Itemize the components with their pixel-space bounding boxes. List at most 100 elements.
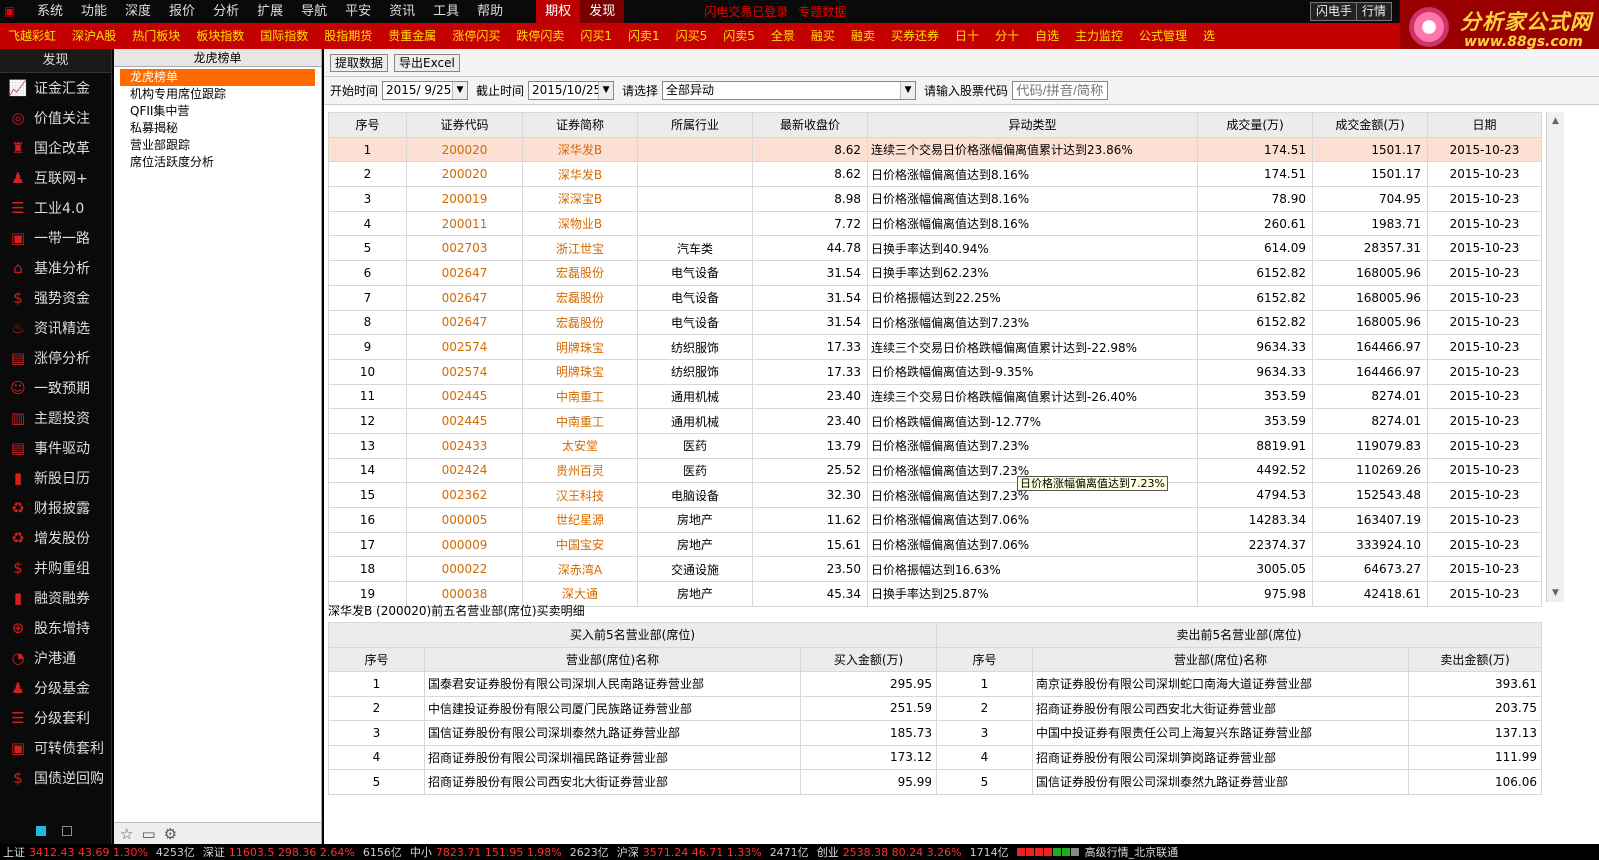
table-row[interactable]: 1 200020 深华发B 8.62 连续三个交易日价格涨幅偏离值累计达到23.86% 1… — [328, 136, 1542, 163]
table-row[interactable]: 6 002647 宏磊股份 电气设备 31.54 日换手率达到62.23% 6152.82 1… — [328, 260, 1542, 286]
toolbar-item[interactable]: 国际指数 — [252, 23, 316, 49]
menu-item[interactable]: 帮助 — [468, 0, 512, 23]
sidebar-item[interactable]: ▤ 事件驱动 — [0, 433, 111, 463]
sidebar-item[interactable]: $ 国债逆回购 — [0, 763, 111, 793]
sidebar-item[interactable]: 📈 证金汇金 — [0, 73, 111, 103]
detail-row[interactable]: 5 招商证券股份有限公司西安北大街证券营业部 95.99 5 国信证券股份有限公司深圳泰… — [328, 769, 1542, 795]
sidebar-item[interactable]: ☺ 一致预期 — [0, 373, 111, 403]
end-date-picker[interactable]: 2015/10/25 ▼ — [528, 81, 615, 100]
toolbar-item[interactable]: 融买 — [803, 23, 843, 49]
scroll-up-icon[interactable]: ▲ — [1547, 112, 1564, 130]
toolbar-item[interactable]: 闪卖1 — [620, 23, 668, 49]
toolbar-item[interactable]: 热门板块 — [124, 23, 188, 49]
sidebar-item[interactable]: ▣ 一带一路 — [0, 223, 111, 253]
table-row[interactable]: 18 000022 深赤湾A 交通设施 23.50 日价格振幅达到16.63% 3005.0… — [328, 556, 1542, 583]
chevron-down-icon[interactable]: ▼ — [452, 82, 468, 99]
column-header[interactable]: 异动类型 — [867, 112, 1198, 138]
table-row[interactable]: 12 002445 中南重工 通用机械 23.40 日价格跌幅偏离值达到-12.77% 35… — [328, 408, 1542, 434]
menu-item[interactable]: 分析 — [204, 0, 248, 23]
topic-data-link[interactable]: 专题数据 — [798, 3, 846, 20]
toolbar-item[interactable]: 飞越彩虹 — [0, 23, 64, 49]
table-row[interactable]: 17 000009 中国宝安 房地产 15.61 日价格涨幅偏离值达到7.06% 22374… — [328, 531, 1542, 558]
sidebar-item[interactable]: ♨ 资讯精选 — [0, 313, 111, 343]
table-row[interactable]: 2 200020 深华发B 8.62 日价格涨幅偏离值达到8.16% 174.51 1501… — [328, 161, 1542, 188]
menu-item[interactable]: 功能 — [72, 0, 116, 23]
menu-item[interactable]: 深度 — [116, 0, 160, 23]
toolbar-item[interactable]: 股指期货 — [316, 23, 380, 49]
tab-discover[interactable]: 发现 — [580, 0, 625, 23]
toolbar-item[interactable]: 深沪A股 — [64, 23, 124, 49]
detail-row[interactable]: 4 招商证券股份有限公司深圳福民路证券营业部 173.12 4 招商证券股份有限公司深圳… — [328, 744, 1542, 770]
column-header[interactable]: 成交金额(万) — [1312, 112, 1428, 138]
sidebar-item[interactable]: $ 强势资金 — [0, 283, 111, 313]
table-row[interactable]: 10 002574 明牌珠宝 纺织服饰 17.33 日价格跌幅偏离值达到-9.35% 963… — [328, 358, 1542, 385]
sidebar-item[interactable]: ♟ 分级基金 — [0, 673, 111, 703]
hs-index-label[interactable]: 沪深 — [617, 844, 639, 860]
sidebar-item[interactable]: ♻ 增发股份 — [0, 523, 111, 553]
tab-option[interactable]: 期权 — [536, 0, 581, 23]
detail-row[interactable]: 3 国信证券股份有限公司深圳泰然九路证券营业部 185.73 3 中国中投证券有限责任公… — [328, 720, 1542, 746]
start-date-picker[interactable]: 2015/ 9/25 ▼ — [382, 81, 469, 100]
menu-item[interactable]: 扩展 — [248, 0, 292, 23]
chevron-down-icon[interactable]: ▼ — [598, 82, 614, 99]
menu-item[interactable]: 报价 — [160, 0, 204, 23]
table-row[interactable]: 7 002647 宏磊股份 电气设备 31.54 日价格振幅达到22.25% 6152.82… — [328, 284, 1542, 311]
tree-item[interactable]: QFII集中营 — [120, 103, 315, 120]
tree-item[interactable]: 营业部跟踪 — [120, 137, 315, 154]
menu-item[interactable]: 资讯 — [380, 0, 424, 23]
sz-index-label[interactable]: 深证 — [203, 844, 225, 860]
table-row[interactable]: 14 002424 贵州百灵 医药 25.52 日价格涨幅偏离值达到7.23% 4492.5… — [328, 457, 1542, 484]
toolbar-item[interactable]: 日十 — [947, 23, 987, 49]
toolbar-item[interactable]: 贵重金属 — [380, 23, 444, 49]
folder-icon[interactable]: ▭ — [141, 825, 155, 843]
table-row[interactable]: 9 002574 明牌珠宝 纺织服饰 17.33 连续三个交易日价格跌幅偏离值累计达到-2… — [328, 334, 1542, 360]
table-row[interactable]: 15 002362 汉王科技 电脑设备 32.30 日价格涨幅偏离值达到7.23% 4794… — [328, 482, 1542, 508]
server-name[interactable]: 高级行情_北京联通 — [1085, 844, 1179, 860]
toolbar-item[interactable]: 涨停闪买 — [444, 23, 508, 49]
table-row[interactable]: 8 002647 宏磊股份 电气设备 31.54 日价格涨幅偏离值达到7.23% 6152.… — [328, 309, 1542, 336]
sidebar-item[interactable]: ☰ 工业4.0 — [0, 193, 111, 223]
toolbar-item[interactable]: 闪卖5 — [715, 23, 763, 49]
sidebar-item[interactable]: ▤ 涨停分析 — [0, 343, 111, 373]
sidebar-item[interactable]: ♟ 互联网+ — [0, 163, 111, 193]
toolbar-item[interactable]: 公式管理 — [1131, 23, 1195, 49]
export-excel-button[interactable]: 导出Excel — [394, 53, 460, 72]
star-icon[interactable]: ☆ — [120, 825, 133, 843]
flash-hand-button[interactable]: 闪电手 — [1310, 2, 1359, 21]
sidebar-item[interactable]: ◔ 沪港通 — [0, 643, 111, 673]
menu-item[interactable]: 工具 — [424, 0, 468, 23]
sidebar-item[interactable]: ☰ 分级套利 — [0, 703, 111, 733]
column-header[interactable]: 证券简称 — [522, 112, 638, 138]
sidebar-item[interactable]: $ 并购重组 — [0, 553, 111, 583]
anomaly-type-select[interactable]: 全部异动 ▼ — [662, 81, 917, 100]
toolbar-item[interactable]: 板块指数 — [188, 23, 252, 49]
toolbar-item[interactable]: 分十 — [987, 23, 1027, 49]
tree-item[interactable]: 龙虎榜单 — [120, 69, 315, 86]
toolbar-item[interactable]: 选 — [1195, 23, 1223, 49]
page-dot-active[interactable] — [36, 826, 46, 836]
tree-item[interactable]: 机构专用席位跟踪 — [120, 86, 315, 103]
toolbar-item[interactable]: 主力监控 — [1067, 23, 1131, 49]
sidebar-item[interactable]: ▣ 可转债套利 — [0, 733, 111, 763]
sidebar-item[interactable]: ⌂ 基准分析 — [0, 253, 111, 283]
toolbar-item[interactable]: 跌停闪卖 — [508, 23, 572, 49]
tree-item[interactable]: 席位活跃度分析 — [120, 154, 315, 171]
toolbar-item[interactable]: 自选 — [1027, 23, 1067, 49]
toolbar-item[interactable]: 融卖 — [843, 23, 883, 49]
table-row[interactable]: 4 200011 深物业B 7.72 日价格涨幅偏离值达到8.16% 260.61 1983… — [328, 210, 1542, 237]
quote-button[interactable]: 行情 — [1356, 2, 1393, 21]
chevron-down-icon[interactable]: ▼ — [900, 82, 916, 99]
toolbar-item[interactable]: 全景 — [763, 23, 803, 49]
sidebar-item[interactable]: ♜ 国企改革 — [0, 133, 111, 163]
column-header[interactable]: 最新收盘价 — [752, 112, 868, 138]
sidebar-item[interactable]: ▮ 融资融券 — [0, 583, 111, 613]
table-row[interactable]: 3 200019 深深宝B 8.98 日价格涨幅偏离值达到8.16% 78.90 704.9… — [328, 186, 1542, 212]
gear-icon[interactable]: ⚙ — [164, 825, 177, 843]
detail-row[interactable]: 2 中信建投证券股份有限公司厦门民族路证券营业部 251.59 2 招商证券股份有限公司… — [328, 695, 1542, 721]
menu-item[interactable]: 系统 — [28, 0, 72, 23]
stock-code-input[interactable] — [1012, 81, 1109, 100]
fetch-data-button[interactable]: 提取数据 — [330, 53, 389, 72]
sidebar-item[interactable]: ⊕ 股东增持 — [0, 613, 111, 643]
scroll-down-icon[interactable]: ▼ — [1547, 584, 1564, 602]
column-header[interactable]: 所属行业 — [637, 112, 753, 138]
